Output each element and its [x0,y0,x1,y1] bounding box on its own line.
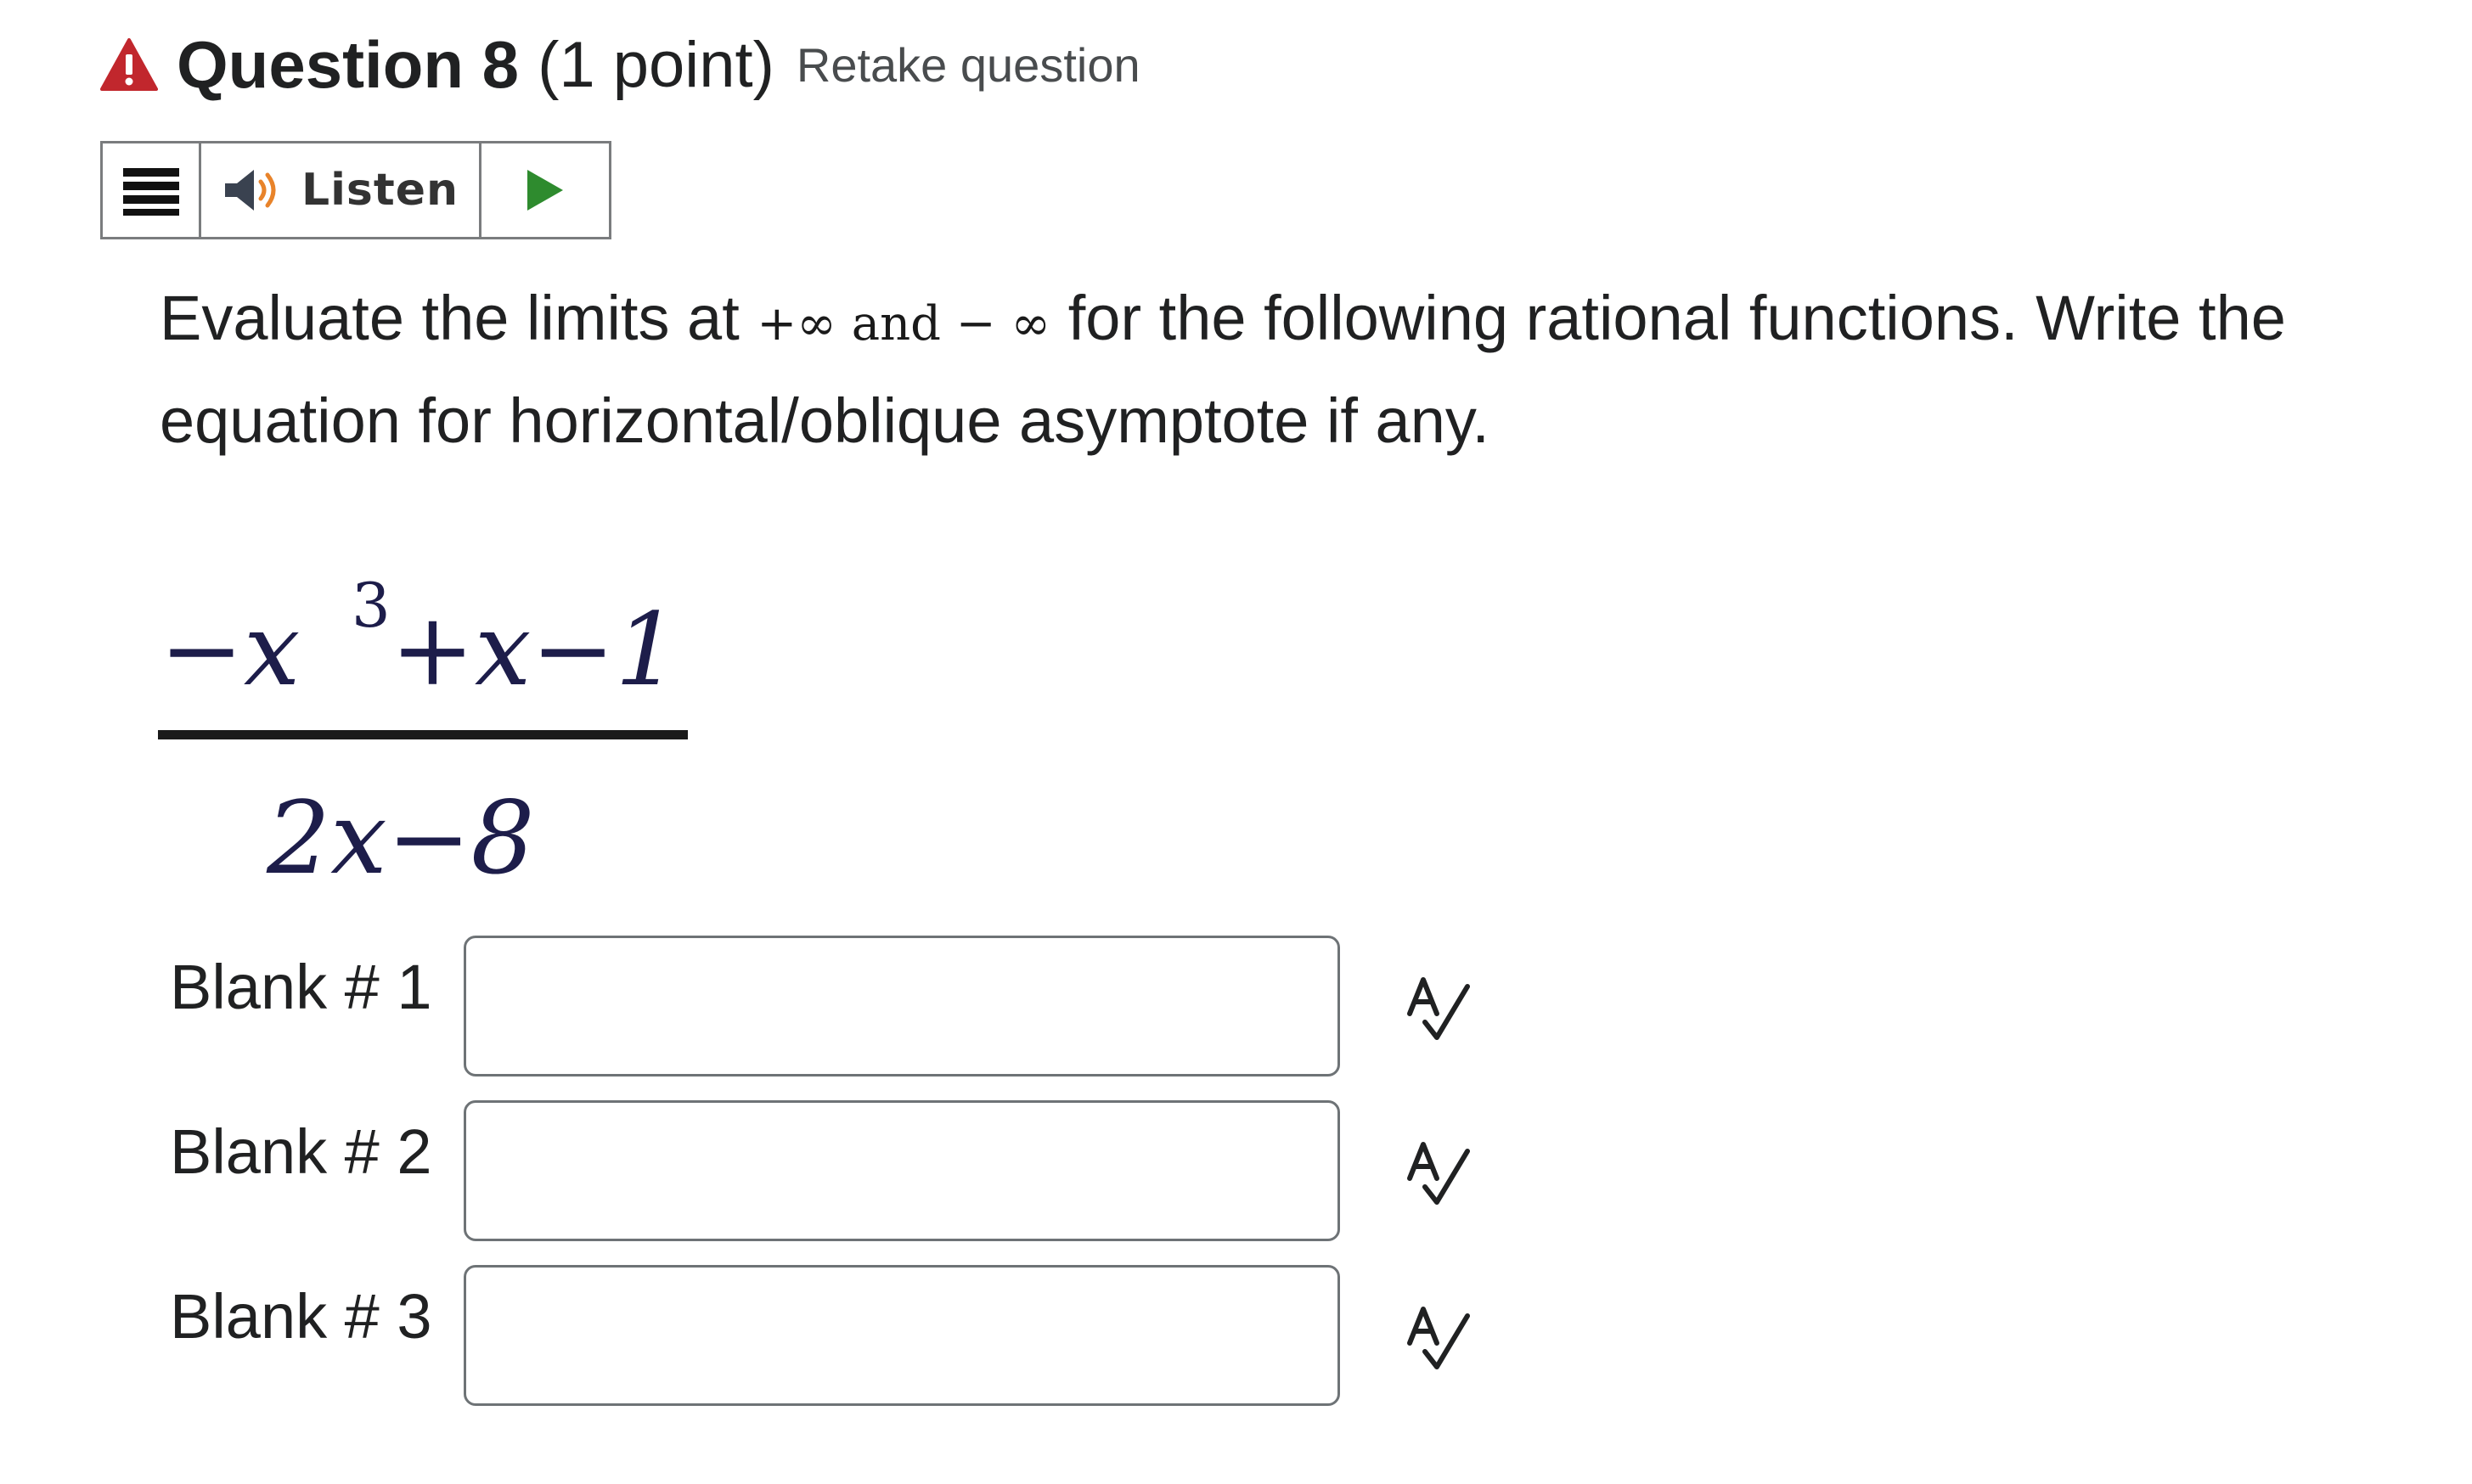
numerator-exponent: 3 [352,570,391,641]
prompt-inline-math: +∞ and − ∞ [757,296,1051,351]
blank-row-1: Blank # 1 [170,936,1340,1076]
prompt-text-before: Evaluate the limits at [160,283,757,353]
spellcheck-icon[interactable] [1405,1304,1473,1372]
listen-label: Listen [301,165,459,216]
menu-button[interactable] [103,143,201,237]
blank-label-2: Blank # 2 [170,1116,432,1187]
blank-label-3: Blank # 3 [170,1281,432,1352]
play-button[interactable] [481,143,609,237]
listen-toolbar: Listen [100,141,611,239]
blank-row-3: Blank # 3 [170,1265,1340,1406]
numerator-rest: +x−1 [391,591,679,708]
speaker-icon [224,170,276,211]
rational-function-formula: −x 3 +x−1 2x−8 [158,570,688,890]
menu-icon [122,168,179,216]
retake-question-link[interactable]: Retake question [797,37,1140,93]
blank-row-2: Blank # 2 [170,1100,1340,1241]
blank-label-1: Blank # 1 [170,952,432,1022]
blank-input-2[interactable] [464,1100,1340,1241]
blank-input-3[interactable] [464,1265,1340,1406]
warning-triangle-icon [100,38,158,91]
question-prompt: Evaluate the limits at +∞ and − ∞ for th… [160,270,2452,469]
listen-button[interactable]: Listen [201,143,481,237]
spellcheck-icon[interactable] [1405,1139,1473,1207]
fraction-bar [158,730,688,739]
question-points: (1 point) [538,28,774,101]
question-title: Question 8 [177,26,520,102]
question-header: Question 8 (1 point) Retake question [100,24,1140,105]
numerator-lead: −x [160,591,300,708]
play-icon [527,170,563,211]
spellcheck-icon[interactable] [1405,975,1473,1043]
denominator: 2x−8 [266,779,535,890]
blank-input-1[interactable] [464,936,1340,1076]
